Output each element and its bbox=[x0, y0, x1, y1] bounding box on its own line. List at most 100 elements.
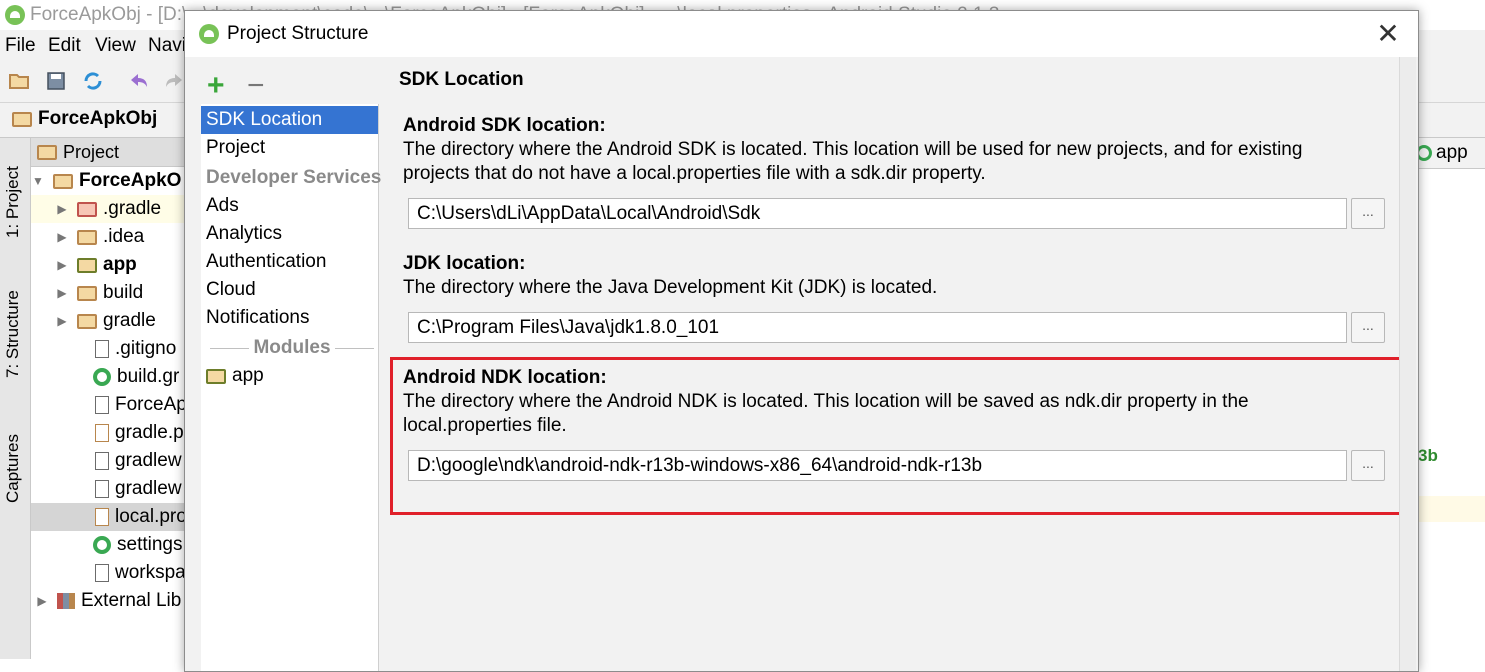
android-studio-logo-icon bbox=[199, 24, 219, 44]
tree-item-build[interactable]: ▶ build bbox=[31, 279, 191, 307]
tree-item-gradlew-bat[interactable]: gradlew bbox=[31, 475, 191, 503]
tree-item-gradle-properties[interactable]: gradle.p bbox=[31, 419, 191, 447]
close-button[interactable]: ✕ bbox=[1376, 20, 1400, 48]
save-icon[interactable] bbox=[45, 70, 67, 92]
tree-item-external-libraries[interactable]: ▶ External Lib bbox=[31, 587, 191, 615]
tree-item-label: gradlew bbox=[115, 450, 182, 471]
tab-captures[interactable]: Captures bbox=[3, 434, 23, 503]
tree-item-label: build bbox=[103, 282, 144, 303]
list-group-developer-services: Developer Services bbox=[206, 167, 382, 188]
tree-item-build-gradle[interactable]: build.gr bbox=[31, 363, 191, 391]
breadcrumb-project[interactable]: ForceApkObj bbox=[12, 108, 157, 130]
list-item-app[interactable]: app bbox=[201, 362, 378, 390]
editor-area-right: app 3b bbox=[1416, 138, 1485, 659]
gradle-icon bbox=[93, 368, 111, 386]
tree-item-gitignore[interactable]: .gitigno bbox=[31, 335, 191, 363]
list-item-ads[interactable]: Ads bbox=[201, 192, 378, 220]
tree-item-label: settings bbox=[117, 534, 183, 555]
project-panel-title: Project bbox=[63, 141, 120, 162]
android-sdk-browse-button[interactable]: ... bbox=[1351, 198, 1385, 229]
tree-item-label: app bbox=[103, 254, 137, 275]
ndk-highlight-annotation bbox=[390, 357, 1407, 515]
tab-project[interactable]: 1: Project bbox=[3, 166, 23, 238]
list-item-cloud[interactable]: Cloud bbox=[201, 276, 378, 304]
android-studio-logo-icon bbox=[5, 5, 25, 25]
menu-view[interactable]: View bbox=[95, 35, 136, 57]
list-item-app-label: app bbox=[232, 365, 264, 386]
tree-item-label: External Lib bbox=[81, 590, 182, 611]
menu-navigate[interactable]: Navi bbox=[148, 35, 186, 57]
project-panel-header: Project bbox=[31, 138, 191, 167]
tree-item-label: local.pro bbox=[115, 506, 187, 527]
project-panel: Project ▼ ForceApkO ▶ .gradle ▶ .idea ▶ … bbox=[31, 138, 191, 659]
category-list: SDK Location Project Developer Services … bbox=[201, 104, 382, 671]
list-item-authentication[interactable]: Authentication bbox=[201, 248, 378, 276]
chevron-down-icon[interactable]: ▼ bbox=[31, 174, 45, 188]
jdk-description: The directory where the Java Development… bbox=[403, 277, 938, 298]
list-item-sdk-location[interactable]: SDK Location bbox=[201, 106, 378, 134]
module-folder-icon bbox=[77, 257, 97, 273]
scrollbar[interactable] bbox=[1399, 57, 1416, 671]
chevron-right-icon[interactable]: ▶ bbox=[55, 314, 69, 328]
menu-file[interactable]: File bbox=[5, 35, 36, 57]
tree-item-local-properties[interactable]: local.pro bbox=[31, 503, 191, 531]
tab-app[interactable]: app bbox=[1416, 138, 1485, 169]
file-icon bbox=[95, 480, 109, 498]
jdk-path-field[interactable]: C:\Program Files\Java\jdk1.8.0_101 bbox=[408, 312, 1347, 343]
tree-item-settings-gradle[interactable]: settings bbox=[31, 531, 191, 559]
tree-item-idea[interactable]: ▶ .idea bbox=[31, 223, 191, 251]
project-structure-dialog: Project Structure ✕ + − SDK Location Pro… bbox=[184, 10, 1419, 672]
folder-icon bbox=[77, 285, 97, 301]
tree-item-gradlew[interactable]: gradlew bbox=[31, 447, 191, 475]
chevron-right-icon[interactable]: ▶ bbox=[55, 202, 69, 216]
tree-item-app[interactable]: ▶ app bbox=[31, 251, 191, 279]
tree-item-gradle-dir[interactable]: ▶ .gradle bbox=[31, 195, 191, 223]
properties-icon bbox=[95, 424, 109, 442]
tree-item-workspace[interactable]: workspa bbox=[31, 559, 191, 587]
folder-icon bbox=[77, 313, 97, 329]
pane-title: SDK Location bbox=[399, 69, 524, 90]
add-icon[interactable]: + bbox=[207, 71, 225, 101]
properties-icon bbox=[95, 508, 109, 526]
remove-icon[interactable]: − bbox=[247, 71, 265, 101]
tree-item-forceapk[interactable]: ForceAp bbox=[31, 391, 191, 419]
project-folder-icon bbox=[53, 173, 73, 189]
chevron-right-icon[interactable]: ▶ bbox=[55, 230, 69, 244]
tree-item-root[interactable]: ▼ ForceApkO bbox=[31, 167, 191, 195]
list-item-analytics[interactable]: Analytics bbox=[201, 220, 378, 248]
modules-separator-label: Modules bbox=[253, 337, 331, 358]
chevron-right-icon[interactable]: ▶ bbox=[35, 594, 49, 608]
tab-app-label: app bbox=[1436, 142, 1468, 163]
open-folder-icon[interactable] bbox=[8, 70, 30, 92]
folder-icon bbox=[77, 229, 97, 245]
tree-item-label: gradle bbox=[103, 310, 156, 331]
library-icon bbox=[57, 593, 75, 609]
breadcrumb-label: ForceApkObj bbox=[38, 108, 158, 129]
tree-item-label: ForceAp bbox=[115, 394, 187, 415]
tree-item-label: gradlew bbox=[115, 478, 182, 499]
editor-current-line bbox=[1416, 496, 1485, 522]
menu-edit[interactable]: Edit bbox=[48, 35, 81, 57]
chevron-right-icon[interactable]: ▶ bbox=[55, 258, 69, 272]
tree-item-label: .idea bbox=[103, 226, 145, 247]
android-sdk-path-field[interactable]: C:\Users\dLi\AppData\Local\Android\Sdk bbox=[408, 198, 1347, 229]
tool-window-strip: 1: Project 7: Structure Captures bbox=[0, 138, 31, 659]
folder-icon bbox=[37, 144, 57, 160]
folder-icon bbox=[77, 201, 97, 217]
list-group-modules: Modules bbox=[201, 334, 378, 362]
tree-item-label: .gradle bbox=[103, 198, 162, 219]
jdk-browse-button[interactable]: ... bbox=[1351, 312, 1385, 343]
file-icon bbox=[95, 340, 109, 358]
editor-text-fragment: 3b bbox=[1418, 446, 1438, 465]
list-item-notifications[interactable]: Notifications bbox=[201, 304, 378, 332]
undo-icon[interactable] bbox=[128, 70, 150, 92]
dialog-title: Project Structure bbox=[227, 23, 369, 44]
list-item-project[interactable]: Project bbox=[201, 134, 378, 162]
tree-item-gradle[interactable]: ▶ gradle bbox=[31, 307, 191, 335]
file-icon bbox=[95, 396, 109, 414]
tab-structure[interactable]: 7: Structure bbox=[3, 290, 23, 378]
tree-item-label: workspa bbox=[115, 562, 186, 583]
redo-icon[interactable] bbox=[163, 70, 185, 92]
sync-icon[interactable] bbox=[82, 70, 104, 92]
chevron-right-icon[interactable]: ▶ bbox=[55, 286, 69, 300]
